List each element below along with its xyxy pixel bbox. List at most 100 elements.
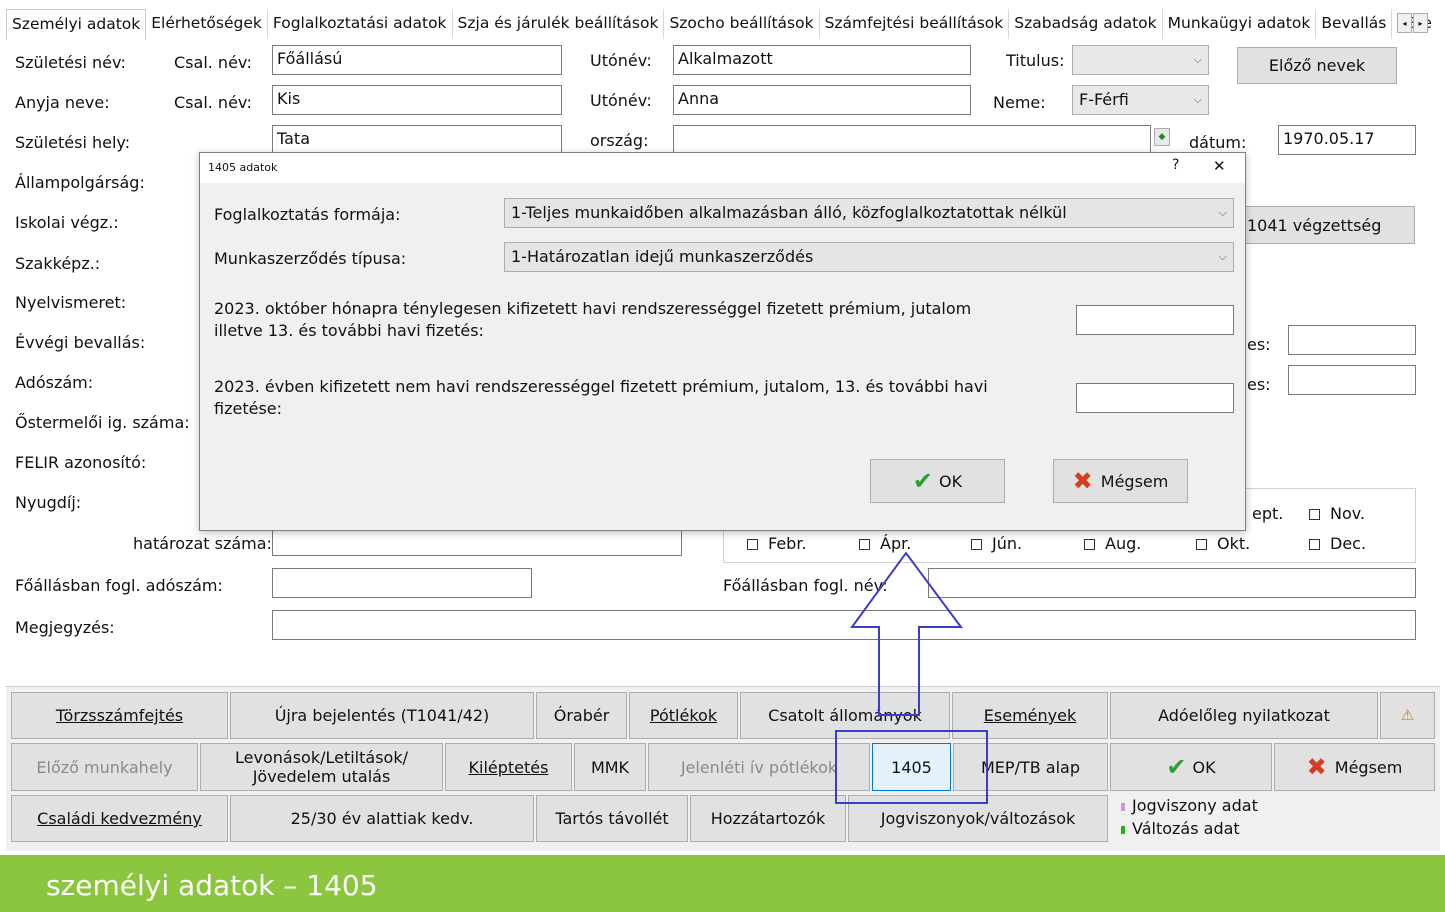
month-aug[interactable]: Aug. <box>1084 534 1141 554</box>
mother-given-input[interactable]: Anna <box>673 85 971 115</box>
tab-labour[interactable]: Munkaügyi adatok <box>1162 9 1317 39</box>
country-input[interactable] <box>673 125 1151 155</box>
tab-employment[interactable]: Foglalkoztatási adatok <box>267 9 453 39</box>
birth-given-label: Utónév: <box>590 51 652 70</box>
mmk-button[interactable]: MMK <box>574 743 646 791</box>
birth-given-input[interactable]: Alkalmazott <box>673 45 971 75</box>
tab-payroll[interactable]: Számfejtési beállítások <box>819 9 1010 39</box>
resolution-input[interactable] <box>272 530 682 556</box>
t1041-education-button[interactable]: 1041 végzettség <box>1236 206 1415 244</box>
hourly-wage-button[interactable]: Órabér <box>536 692 627 739</box>
school-label: Iskolai végz.: <box>15 213 119 232</box>
contract-type-value: 1-Határozatlan idejű munkaszerződés <box>511 247 814 266</box>
resolution-label: határozat száma: <box>133 534 272 553</box>
birth-date-input[interactable]: 1970.05.17 <box>1278 125 1416 155</box>
dialog-title: 1405 adatok <box>208 161 278 174</box>
gender-label: Neme: <box>993 93 1046 112</box>
country-label: ország: <box>590 131 649 150</box>
events-button[interactable]: Események <box>952 692 1108 739</box>
ok-button[interactable]: ✔ OK <box>1110 743 1272 791</box>
note-input[interactable] <box>272 610 1416 640</box>
re-register-button[interactable]: Újra bejelentés (T1041/42) <box>230 692 534 739</box>
tab-declaration[interactable]: Bevallás <box>1316 9 1393 39</box>
title-select[interactable]: ⌵ <box>1072 45 1209 75</box>
terminate-button[interactable]: Kiléptetés <box>445 743 572 791</box>
checkbox-icon <box>971 539 982 550</box>
attendance-allowances-button[interactable]: Jelenléti ív pótlékok <box>648 743 870 791</box>
tab-contacts[interactable]: Elérhetőségek <box>146 9 268 39</box>
chevron-down-icon: ⌵ <box>1193 93 1202 106</box>
tab-next-button[interactable]: ▸ <box>1413 13 1428 33</box>
checkbox-icon <box>859 539 870 550</box>
legal-relations-button[interactable]: Jogviszonyok/változások <box>848 795 1108 842</box>
producer-label: Őstermelői ig. száma: <box>15 413 190 432</box>
month-feb[interactable]: Febr. <box>747 534 807 554</box>
tab-leave[interactable]: Szabadság adatok <box>1009 9 1163 39</box>
yearend-right-label: es: <box>1247 335 1271 354</box>
felir-label: FELIR azonosító: <box>15 453 147 472</box>
month-oct[interactable]: Okt. <box>1196 534 1250 554</box>
mep-tb-base-button[interactable]: MEP/TB alap <box>953 743 1108 791</box>
base-payroll-button[interactable]: Törzsszámfejtés <box>11 692 228 739</box>
long-absence-button[interactable]: Tartós távollét <box>536 795 688 842</box>
main-tax-input[interactable] <box>272 568 532 598</box>
1405-button[interactable]: 1405 <box>872 743 951 791</box>
q2-input[interactable] <box>1076 383 1234 413</box>
yearend-right-input[interactable] <box>1288 325 1416 355</box>
tab-personal[interactable]: Személyi adatok <box>6 9 147 40</box>
contract-type-select[interactable]: 1-Határozatlan idejű munkaszerződés ⌵ <box>504 242 1234 272</box>
previous-workplace-button[interactable]: Előző munkahely <box>11 743 198 791</box>
legend-change: Változás adat <box>1121 819 1240 839</box>
tab-prev-button[interactable]: ◂ <box>1397 13 1412 33</box>
mother-family-label: Csal. név: <box>174 93 252 112</box>
language-label: Nyelvismeret: <box>15 293 127 312</box>
under-25-30-button[interactable]: 25/30 év alattiak kedv. <box>230 795 534 842</box>
chevron-down-icon: ⌵ <box>1218 206 1227 219</box>
close-x-icon: ✖ <box>1306 753 1327 781</box>
tab-szja[interactable]: Szja és járulék beállítások <box>452 9 665 39</box>
dialog-ok-button[interactable]: ✔ OK <box>870 459 1005 503</box>
main-name-input[interactable] <box>928 568 1416 598</box>
tax-right-label: es: <box>1247 375 1271 394</box>
birth-family-input[interactable]: Főállású <box>272 45 562 75</box>
month-nov[interactable]: Nov. <box>1309 504 1365 524</box>
mother-family-input[interactable]: Kis <box>272 85 562 115</box>
month-dec[interactable]: Dec. <box>1309 534 1366 554</box>
help-icon[interactable]: ? <box>1172 157 1179 173</box>
q1-label-line2: illetve 13. és további havi fizetés: <box>214 321 484 340</box>
checkbox-icon <box>1309 539 1320 550</box>
month-apr[interactable]: Ápr. <box>859 534 911 554</box>
previous-names-button[interactable]: Előző nevek <box>1237 47 1397 84</box>
close-icon[interactable]: ✕ <box>1213 157 1226 175</box>
allowances-button[interactable]: Pótlékok <box>629 692 738 739</box>
country-lookup-button[interactable]: ◆ <box>1154 128 1170 146</box>
gender-select[interactable]: F-Férfi ⌵ <box>1072 85 1209 115</box>
family-allowance-button[interactable]: Családi kedvezmény <box>11 795 228 842</box>
checkbox-icon <box>1084 539 1095 550</box>
month-sep[interactable]: ept. <box>1252 504 1283 524</box>
month-jun[interactable]: Jún. <box>971 534 1022 554</box>
birth-place-input[interactable]: Tata <box>272 125 562 155</box>
tab-szocho[interactable]: Szocho beállítások <box>664 9 820 39</box>
dialog-titlebar <box>200 153 1245 183</box>
warning-button[interactable]: ⚠ <box>1380 692 1435 739</box>
dialog-cancel-button[interactable]: ✖ Mégsem <box>1053 459 1188 503</box>
cancel-button[interactable]: ✖ Mégsem <box>1274 743 1435 791</box>
tax-advance-declaration-button[interactable]: Adóelőleg nyilatkozat <box>1110 692 1378 739</box>
checkbox-icon <box>1309 509 1320 520</box>
q1-input[interactable] <box>1076 305 1234 335</box>
relatives-button[interactable]: Hozzátartozók <box>690 795 846 842</box>
tab-strip: Személyi adatok Elérhetőségek Foglalkozt… <box>6 9 1440 40</box>
deductions-button[interactable]: Levonások/Letiltások/Jövedelem utalás <box>200 743 443 791</box>
checkbox-icon <box>747 539 758 550</box>
mother-name-label: Anyja neve: <box>15 93 110 112</box>
employment-form-select[interactable]: 1-Teljes munkaidőben alkalmazásban álló,… <box>504 198 1234 228</box>
q2-label-line2: fizetése: <box>214 399 283 418</box>
chevron-down-icon: ⌵ <box>1193 53 1202 66</box>
attached-files-button[interactable]: Csatolt állományok <box>740 692 950 739</box>
tax-right-input[interactable] <box>1288 365 1416 395</box>
employment-form-value: 1-Teljes munkaidőben alkalmazásban álló,… <box>511 203 1067 222</box>
q2-label-line1: 2023. évben kifizetett nem havi rendszer… <box>214 377 988 396</box>
contract-type-label: Munkaszerződés típusa: <box>214 249 407 268</box>
birth-name-label: Születési név: <box>15 53 126 72</box>
